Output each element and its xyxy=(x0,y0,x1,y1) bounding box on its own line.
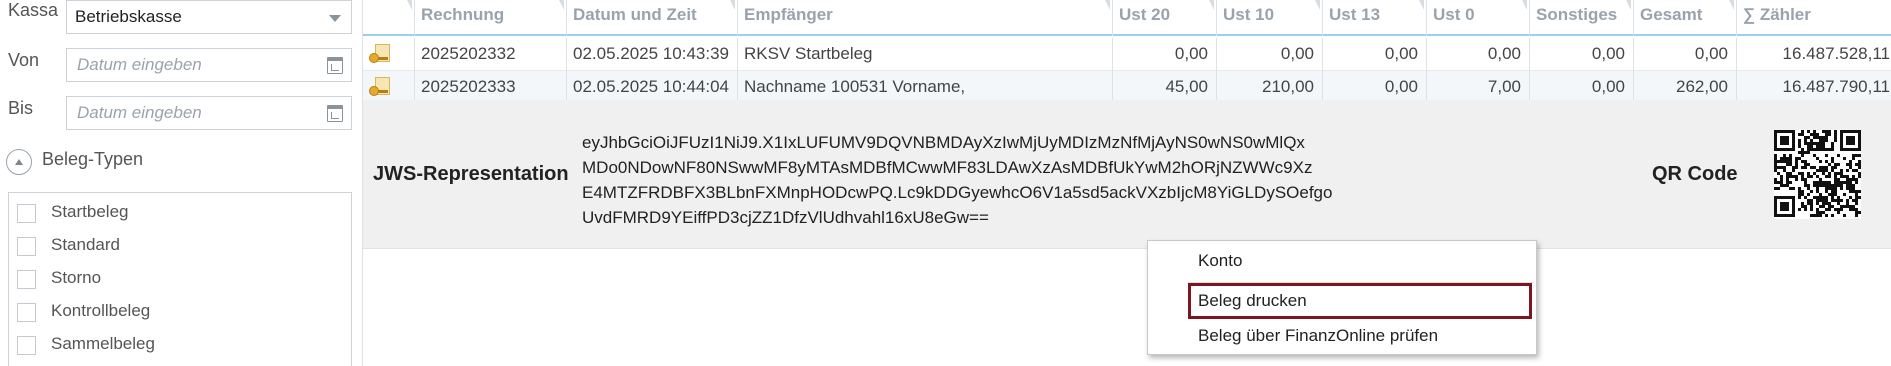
row-detail-panel: JWS-Representation eyJhbGciOiJFUzI1NiJ9.… xyxy=(363,100,1891,249)
table-header: Rechnung Datum und Zeit Empfänger Ust 20… xyxy=(363,0,1891,36)
sort-marker xyxy=(559,0,564,10)
von-date-input[interactable]: Datum eingeben xyxy=(66,48,352,82)
checkbox[interactable] xyxy=(17,336,36,355)
menu-icon-gutter xyxy=(1148,241,1190,354)
column-header-ust20[interactable]: Ust 20 xyxy=(1113,0,1217,36)
sort-marker xyxy=(1522,0,1527,10)
bis-filter-row: Bis Datum eingeben xyxy=(0,96,362,132)
cell-rechnung: 2025202332 xyxy=(415,38,567,71)
checkbox-label: Sammelbeleg xyxy=(51,334,155,353)
checkbox-label: Standard xyxy=(51,235,120,254)
calendar-icon[interactable] xyxy=(327,105,343,122)
jws-signature-text: eyJhbGciOiJFUzI1NiJ9.X1IxLUFUMV9DQVNBMDA… xyxy=(582,130,1372,230)
beleg-types-header: Beleg-Typen xyxy=(42,149,144,169)
kassa-select[interactable]: Betriebskasse xyxy=(66,0,352,34)
sort-marker xyxy=(1729,0,1734,10)
context-menu: Konto Beleg drucken Beleg über FinanzOnl… xyxy=(1147,240,1537,355)
von-filter-row: Von Datum eingeben xyxy=(0,48,362,84)
sort-marker xyxy=(1419,0,1424,10)
sort-marker xyxy=(1105,0,1110,10)
qr-code-image xyxy=(1774,130,1861,219)
column-header-ust0[interactable]: Ust 0 xyxy=(1427,0,1530,36)
filter-panel: Kassa Betriebskasse Von Datum eingeben B… xyxy=(0,0,362,366)
beleg-types-toggle[interactable]: Beleg-Typen xyxy=(6,147,306,175)
column-header-icon[interactable] xyxy=(363,0,415,36)
column-header-label: Ust 0 xyxy=(1433,5,1475,24)
sort-marker xyxy=(730,0,735,10)
cell-empfaenger: RKSV Startbeleg xyxy=(738,38,1113,71)
cell-ust10: 0,00 xyxy=(1217,38,1323,71)
column-header-label: Ust 10 xyxy=(1223,5,1275,24)
menu-item-label: Beleg drucken xyxy=(1198,291,1307,310)
menu-item-label: Beleg über FinanzOnline prüfen xyxy=(1198,326,1439,345)
column-header-label: Sonstiges xyxy=(1536,5,1618,24)
column-header-label: Datum und Zeit xyxy=(573,5,697,24)
column-header-label: Ust 20 xyxy=(1119,5,1171,24)
jws-label: JWS-Representation xyxy=(373,163,569,185)
bis-date-placeholder: Datum eingeben xyxy=(77,103,202,122)
cell-ust13: 0,00 xyxy=(1323,38,1427,71)
receipt-journal: Rechnung Datum und Zeit Empfänger Ust 20… xyxy=(362,0,1891,366)
column-header-label: Ust 13 xyxy=(1329,5,1381,24)
beleg-type-storno[interactable]: Storno xyxy=(17,267,337,295)
column-header-ust13[interactable]: Ust 13 xyxy=(1323,0,1427,36)
cell-gesamt: 0,00 xyxy=(1634,38,1737,71)
column-header-label: Rechnung xyxy=(421,5,505,24)
column-header-zaehler[interactable]: ∑ Zähler xyxy=(1737,0,1891,36)
column-header-empfaenger[interactable]: Empfänger xyxy=(738,0,1113,36)
column-header-datum[interactable]: Datum und Zeit xyxy=(567,0,738,36)
beleg-types-list: Startbeleg Standard Storno Kontrollbeleg… xyxy=(8,192,352,366)
bis-label: Bis xyxy=(8,98,34,118)
qr-code-label: QR Code xyxy=(1652,163,1738,185)
beleg-type-standard[interactable]: Standard xyxy=(17,234,337,262)
checkbox-label: Startbeleg xyxy=(51,202,129,221)
cell-datum: 02.05.2025 10:43:39 xyxy=(567,38,738,71)
table-row[interactable]: 2025202332 02.05.2025 10:43:39 RKSV Star… xyxy=(363,38,1891,71)
menu-item-label: Konto xyxy=(1198,251,1243,270)
kassa-label: Kassa xyxy=(8,0,59,20)
checkbox[interactable] xyxy=(17,237,36,256)
menu-item-beleg-drucken[interactable]: Beleg drucken xyxy=(1188,283,1532,319)
sort-marker xyxy=(407,0,412,10)
von-label: Von xyxy=(8,50,40,70)
cell-zaehler: 16.487.528,11 xyxy=(1782,44,1890,63)
von-date-placeholder: Datum eingeben xyxy=(77,55,202,74)
checkbox[interactable] xyxy=(17,270,36,289)
cell-sonstiges: 0,00 xyxy=(1530,38,1634,71)
column-header-gesamt[interactable]: Gesamt xyxy=(1634,0,1737,36)
menu-item-finanzonline-pruefen[interactable]: Beleg über FinanzOnline prüfen xyxy=(1188,318,1532,354)
receipt-key-icon xyxy=(369,77,393,99)
kassa-select-value: Betriebskasse xyxy=(75,7,182,26)
row-icon-cell xyxy=(363,38,415,71)
chevron-down-icon[interactable] xyxy=(329,15,341,22)
column-header-label: Empfänger xyxy=(744,5,833,24)
collapse-icon[interactable] xyxy=(6,149,32,175)
checkbox[interactable] xyxy=(17,204,36,223)
jws-line: E4MTZFRDBFX3BLbnFXMnpHODcwPQ.Lc9kDDGyewh… xyxy=(582,183,1333,202)
beleg-type-startbeleg[interactable]: Startbeleg xyxy=(17,201,337,229)
cell-ust20: 0,00 xyxy=(1113,38,1217,71)
column-header-rechnung[interactable]: Rechnung xyxy=(415,0,567,36)
beleg-type-sammelbeleg[interactable]: Sammelbeleg xyxy=(17,333,337,361)
receipt-key-icon xyxy=(369,44,393,66)
sort-marker xyxy=(1315,0,1320,10)
jws-line: UvdFMRD9YEiffPD3cjZZ1DfzVlUdhvahl16xU8eG… xyxy=(582,208,989,227)
checkbox[interactable] xyxy=(17,303,36,322)
sort-marker xyxy=(1626,0,1631,10)
column-header-sonstiges[interactable]: Sonstiges xyxy=(1530,0,1634,36)
cell-ust0: 0,00 xyxy=(1427,38,1530,71)
kassa-filter-row: Kassa Betriebskasse xyxy=(0,0,362,36)
column-header-label: ∑ Zähler xyxy=(1743,5,1811,24)
bis-date-input[interactable]: Datum eingeben xyxy=(66,96,352,130)
column-header-ust10[interactable]: Ust 10 xyxy=(1217,0,1323,36)
jws-line: MDo0NDowNF80NSwwMF8yMTAsMDBfMCwwMF83LDAw… xyxy=(582,158,1313,177)
column-header-label: Gesamt xyxy=(1640,5,1703,24)
checkbox-label: Kontrollbeleg xyxy=(51,301,151,320)
beleg-type-kontrollbeleg[interactable]: Kontrollbeleg xyxy=(17,300,337,328)
jws-line: eyJhbGciOiJFUzI1NiJ9.X1IxLUFUMV9DQVNBMDA… xyxy=(582,133,1305,152)
checkbox-label: Storno xyxy=(51,268,102,287)
sort-marker xyxy=(1209,0,1214,10)
menu-item-konto[interactable]: Konto xyxy=(1188,243,1532,279)
calendar-icon[interactable] xyxy=(327,57,343,74)
